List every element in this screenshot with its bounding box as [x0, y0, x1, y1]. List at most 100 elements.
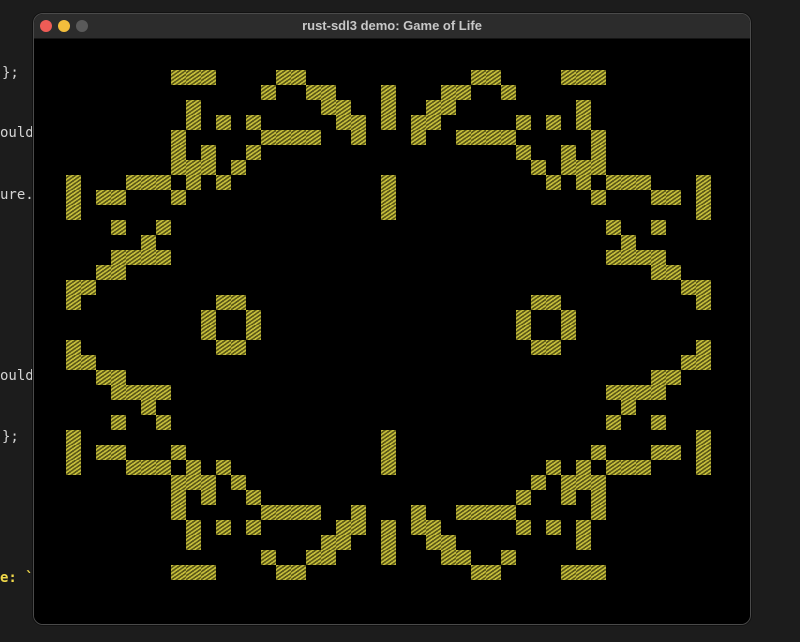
- live-cell: [696, 460, 711, 475]
- live-cell: [516, 325, 531, 340]
- live-cell: [411, 130, 426, 145]
- live-cell: [201, 310, 216, 325]
- live-cell: [531, 160, 546, 175]
- live-cell: [441, 550, 456, 565]
- live-cell: [651, 190, 666, 205]
- live-cell: [276, 70, 291, 85]
- live-cell: [636, 385, 651, 400]
- live-cell: [216, 175, 231, 190]
- live-cell: [381, 520, 396, 535]
- live-cell: [456, 550, 471, 565]
- live-cell: [186, 115, 201, 130]
- live-cell: [141, 385, 156, 400]
- live-cell: [576, 520, 591, 535]
- live-cell: [156, 385, 171, 400]
- live-cell: [651, 370, 666, 385]
- live-cell: [606, 460, 621, 475]
- live-cell: [171, 475, 186, 490]
- live-cell: [216, 520, 231, 535]
- live-cell: [576, 475, 591, 490]
- live-cell: [156, 415, 171, 430]
- live-cell: [231, 295, 246, 310]
- live-cell: [261, 505, 276, 520]
- live-cell: [66, 445, 81, 460]
- live-cell: [66, 205, 81, 220]
- live-cell: [261, 85, 276, 100]
- live-cell: [591, 490, 606, 505]
- live-cell: [591, 70, 606, 85]
- live-cell: [291, 505, 306, 520]
- live-cell: [381, 175, 396, 190]
- live-cell: [381, 445, 396, 460]
- live-cell: [126, 385, 141, 400]
- live-cell: [606, 250, 621, 265]
- live-cell: [156, 250, 171, 265]
- live-cell: [621, 460, 636, 475]
- live-cell: [306, 505, 321, 520]
- live-cell: [621, 235, 636, 250]
- live-cell: [246, 310, 261, 325]
- live-cell: [201, 145, 216, 160]
- live-cell: [111, 190, 126, 205]
- live-cell: [426, 535, 441, 550]
- live-cell: [351, 520, 366, 535]
- live-cell: [561, 160, 576, 175]
- live-cell: [696, 340, 711, 355]
- live-cell: [546, 295, 561, 310]
- live-cell: [696, 355, 711, 370]
- live-cell: [621, 175, 636, 190]
- live-cell: [66, 430, 81, 445]
- live-cell: [576, 160, 591, 175]
- live-cell: [471, 130, 486, 145]
- code-line: };: [2, 429, 19, 445]
- live-cell: [126, 460, 141, 475]
- live-cell: [246, 490, 261, 505]
- live-cell: [516, 490, 531, 505]
- live-cell: [621, 385, 636, 400]
- live-cell: [576, 175, 591, 190]
- live-cell: [216, 295, 231, 310]
- live-cell: [546, 115, 561, 130]
- live-cell: [171, 190, 186, 205]
- live-cell: [636, 175, 651, 190]
- live-cell: [576, 70, 591, 85]
- live-cell: [636, 460, 651, 475]
- live-cell: [321, 100, 336, 115]
- live-cell: [516, 145, 531, 160]
- live-cell: [246, 520, 261, 535]
- live-cell: [171, 490, 186, 505]
- live-cell: [516, 115, 531, 130]
- live-cell: [426, 100, 441, 115]
- live-cell: [531, 295, 546, 310]
- live-cell: [351, 115, 366, 130]
- live-cell: [666, 370, 681, 385]
- live-cell: [651, 415, 666, 430]
- live-cell: [561, 475, 576, 490]
- live-cell: [381, 535, 396, 550]
- live-cell: [681, 355, 696, 370]
- live-cell: [606, 220, 621, 235]
- live-cell: [471, 565, 486, 580]
- live-cell: [666, 445, 681, 460]
- live-cell: [411, 520, 426, 535]
- live-cell: [66, 190, 81, 205]
- live-cell: [591, 445, 606, 460]
- live-cell: [576, 460, 591, 475]
- live-cell: [681, 280, 696, 295]
- live-cell: [531, 340, 546, 355]
- live-cell: [171, 565, 186, 580]
- live-cell: [561, 325, 576, 340]
- live-cell: [426, 115, 441, 130]
- live-cell: [96, 370, 111, 385]
- live-cell: [111, 415, 126, 430]
- window-title: rust-sdl3 demo: Game of Life: [302, 18, 482, 33]
- live-cell: [111, 370, 126, 385]
- live-cell: [561, 310, 576, 325]
- game-of-life-canvas[interactable]: [34, 39, 750, 624]
- code-line: ould: [0, 368, 34, 384]
- live-cell: [486, 505, 501, 520]
- title-bar[interactable]: rust-sdl3 demo: Game of Life: [34, 14, 750, 39]
- live-cell: [186, 175, 201, 190]
- live-cell: [621, 250, 636, 265]
- live-cell: [186, 460, 201, 475]
